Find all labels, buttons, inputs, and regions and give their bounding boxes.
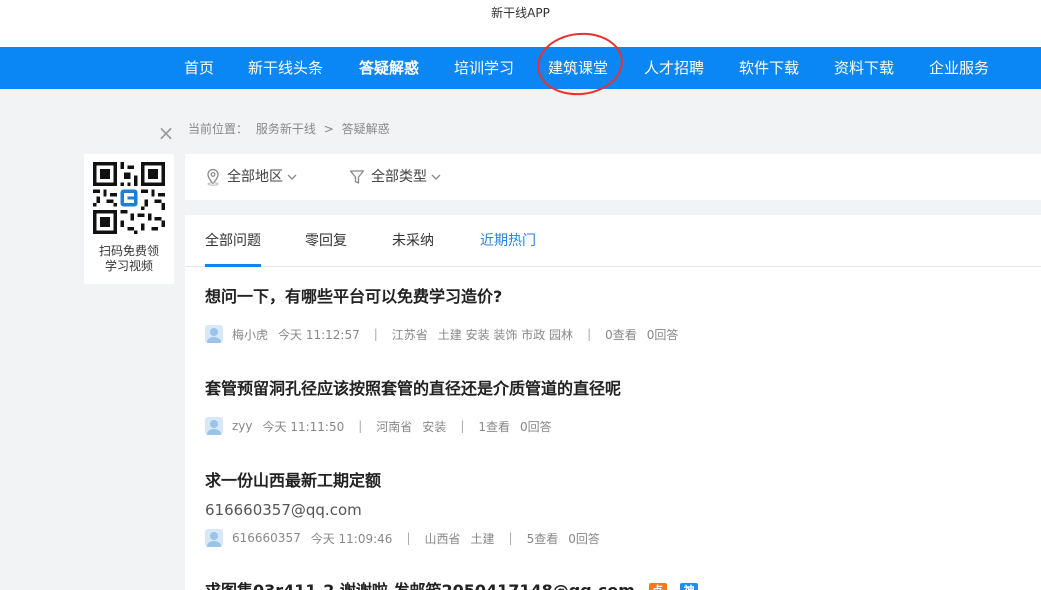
- highlight-badge: 点: [648, 583, 667, 590]
- question-views: 5查看: [526, 531, 559, 546]
- question-meta: 616660357 今天 11:09:46 | 山西省 土建 | 5查看 0回答: [205, 529, 600, 547]
- question-answers: 0回答: [568, 531, 600, 546]
- breadcrumb-link-home[interactable]: 服务新干线: [256, 122, 316, 136]
- type-filter-label: 全部类型: [371, 169, 427, 185]
- question-time: 今天 11:09:46: [310, 531, 393, 546]
- avatar: [205, 417, 223, 435]
- question-title-text: 求图集03r411-2 谢谢啦 发邮箱2050417148@qq.com: [205, 581, 635, 590]
- question-user[interactable]: 梅小虎: [232, 326, 268, 343]
- filter-bar: 全部地区 全部类型: [185, 154, 1041, 200]
- meta-separator: |: [406, 531, 411, 545]
- breadcrumb: 当前位置： 服务新干线 > 答疑解惑: [188, 120, 394, 137]
- question-list-panel: 全部问题 零回复 未采纳 近期热门 想问一下，有哪些平台可以免费学习造价? 梅小…: [185, 215, 1041, 590]
- region-filter-label: 全部地区: [227, 169, 283, 185]
- chevron-down-icon: [431, 174, 441, 180]
- nav-item-training[interactable]: 培训学习: [454, 47, 514, 89]
- question-tags: 安装: [422, 419, 447, 434]
- list-item: 套管预留洞孔径应该按照套管的直径还是介质管道的直径呢 zyy 今天 11:11:…: [205, 375, 1025, 435]
- nav-item-jobs[interactable]: 人才招聘: [644, 47, 704, 89]
- nav-item-headlines[interactable]: 新干线头条: [248, 47, 323, 89]
- avatar: [205, 529, 223, 547]
- list-item: 求图集03r411-2 谢谢啦 发邮箱2050417148@qq.com 点 神: [205, 577, 1025, 590]
- breadcrumb-label: 当前位置：: [188, 122, 249, 136]
- question-tags: 土建 安装 装饰 市政 园林: [437, 327, 574, 342]
- tab-recent-hot[interactable]: 近期热门: [480, 215, 536, 267]
- meta-separator: |: [358, 419, 363, 433]
- tab-no-reply[interactable]: 零回复: [305, 215, 347, 267]
- tab-all-questions[interactable]: 全部问题: [205, 215, 261, 267]
- question-meta: zyy 今天 11:11:50 | 河南省 安装 | 1查看 0回答: [205, 417, 552, 435]
- tab-unaccepted[interactable]: 未采纳: [392, 215, 434, 267]
- question-region: 江苏省: [391, 327, 428, 342]
- meta-separator: |: [508, 531, 513, 545]
- question-title[interactable]: 套管预留洞孔径应该按照套管的直径还是介质管道的直径呢: [205, 375, 1025, 399]
- reward-badge: 神: [680, 583, 699, 590]
- qr-caption-line1: 扫码免费领: [98, 244, 159, 258]
- nav-item-software[interactable]: 软件下载: [739, 47, 799, 89]
- question-user[interactable]: 616660357: [232, 531, 301, 545]
- qr-caption-line2: 学习视频: [104, 259, 153, 273]
- question-region: 河南省: [376, 419, 413, 434]
- nav-item-resources[interactable]: 资料下载: [834, 47, 894, 89]
- avatar: [205, 325, 223, 343]
- breadcrumb-current: 答疑解惑: [341, 122, 390, 136]
- meta-separator: |: [460, 419, 465, 433]
- question-region: 山西省: [424, 531, 461, 546]
- nav-item-enterprise[interactable]: 企业服务: [929, 47, 989, 89]
- region-filter[interactable]: 全部地区: [205, 154, 297, 200]
- qr-card: 扫码免费领 学习视频: [84, 154, 174, 284]
- list-item: 求一份山西最新工期定额 616660357@qq.com 616660357 今…: [205, 467, 1025, 547]
- funnel-icon: [349, 170, 365, 184]
- question-answers: 0回答: [646, 327, 679, 342]
- list-item: 想问一下，有哪些平台可以免费学习造价? 梅小虎 今天 11:12:57 | 江苏…: [205, 283, 1025, 343]
- qr-caption: 扫码免费领 学习视频: [84, 244, 174, 274]
- nav-item-qa[interactable]: 答疑解惑: [359, 47, 419, 89]
- question-title[interactable]: 求图集03r411-2 谢谢啦 发邮箱2050417148@qq.com 点 神: [205, 577, 1025, 590]
- nav-item-home[interactable]: 首页: [184, 47, 214, 89]
- question-time: 今天 11:12:57: [278, 327, 360, 342]
- close-icon[interactable]: ×: [157, 123, 175, 143]
- question-views: 1查看: [478, 419, 510, 434]
- question-time: 今天 11:11:50: [262, 419, 345, 434]
- type-filter[interactable]: 全部类型: [349, 154, 441, 200]
- chevron-down-icon: [287, 174, 297, 180]
- main-nav: 首页 新干线头条 答疑解惑 培训学习 建筑课堂 人才招聘 软件下载 资料下载 企…: [0, 47, 1041, 89]
- question-views: 0查看: [605, 327, 637, 342]
- breadcrumb-separator: >: [323, 122, 334, 136]
- question-meta: 梅小虎 今天 11:12:57 | 江苏省 土建 安装 装饰 市政 园林 | 0…: [205, 325, 678, 343]
- question-tags: 土建: [470, 531, 495, 546]
- location-pin-icon: [207, 168, 219, 186]
- question-user[interactable]: zyy: [232, 419, 253, 433]
- question-tabs: 全部问题 零回复 未采纳 近期热门: [185, 215, 1041, 267]
- question-title[interactable]: 求一份山西最新工期定额: [205, 467, 1025, 491]
- meta-separator: |: [587, 327, 592, 341]
- qr-code-icon: [93, 162, 165, 234]
- top-bar: 新干线APP: [0, 0, 1041, 47]
- question-description: 616660357@qq.com: [205, 501, 362, 519]
- question-title[interactable]: 想问一下，有哪些平台可以免费学习造价?: [205, 283, 1025, 307]
- question-answers: 0回答: [520, 419, 552, 434]
- meta-separator: |: [373, 327, 378, 341]
- app-download-link[interactable]: 新干线APP: [0, 4, 1041, 21]
